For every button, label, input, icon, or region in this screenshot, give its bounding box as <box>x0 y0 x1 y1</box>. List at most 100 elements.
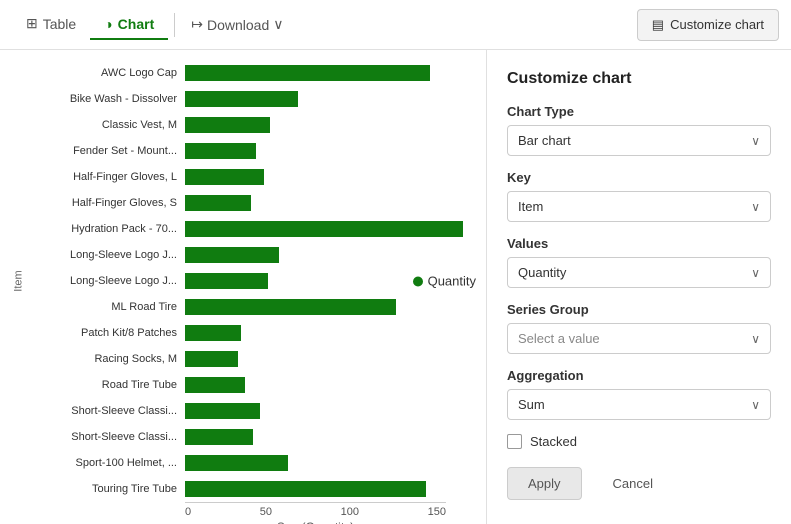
values-chevron-icon: ∨ <box>751 266 760 280</box>
bar-label: ML Road Tire <box>30 301 185 313</box>
bar-label: AWC Logo Cap <box>30 67 185 79</box>
aggregation-value: Sum <box>518 397 545 412</box>
toolbar-left: ⊞ Table ◑ Chart ↦ Download ∨ <box>12 9 293 40</box>
bar-container <box>185 169 486 185</box>
key-select[interactable]: Item ∨ <box>507 191 771 222</box>
toolbar: ⊞ Table ◑ Chart ↦ Download ∨ ▤ Customize… <box>0 0 791 50</box>
bar <box>185 455 288 471</box>
bar-label: Racing Socks, M <box>30 353 185 365</box>
series-group-chevron-icon: ∨ <box>751 332 760 346</box>
values-value: Quantity <box>518 265 566 280</box>
values-select[interactable]: Quantity ∨ <box>507 257 771 288</box>
bar-label: Short-Sleeve Classi... <box>30 431 185 443</box>
bar-container <box>185 117 486 133</box>
bar-row: Racing Socks, M <box>30 347 486 371</box>
chart-wrapper: Item AWC Logo CapBike Wash - DissolverCl… <box>0 60 486 502</box>
table-tab-label: Table <box>43 16 76 32</box>
bar-row: Sport-100 Helmet, ... <box>30 451 486 475</box>
bar-row: Road Tire Tube <box>30 373 486 397</box>
bar <box>185 195 251 211</box>
x-axis-tick: 0 <box>185 506 191 518</box>
bar <box>185 143 256 159</box>
values-group: Values Quantity ∨ <box>507 236 771 288</box>
bar-label: Long-Sleeve Logo J... <box>30 249 185 261</box>
download-icon: ↦ <box>191 16 203 33</box>
bar-label: Bike Wash - Dissolver <box>30 93 185 105</box>
values-label: Values <box>507 236 771 251</box>
bar <box>185 247 279 263</box>
download-chevron-icon: ∨ <box>273 16 283 33</box>
bar-container <box>185 325 486 341</box>
bar-label: Half-Finger Gloves, S <box>30 197 185 209</box>
bar-label: Classic Vest, M <box>30 119 185 131</box>
bar <box>185 429 253 445</box>
download-button[interactable]: ↦ Download ∨ <box>181 10 293 39</box>
series-group-select[interactable]: Select a value ∨ <box>507 323 771 354</box>
bar-row: Touring Tire Tube <box>30 477 486 501</box>
legend-label: Quantity <box>428 274 476 289</box>
bar <box>185 91 298 107</box>
bar-container <box>185 195 486 211</box>
aggregation-select[interactable]: Sum ∨ <box>507 389 771 420</box>
bar-label: Patch Kit/8 Patches <box>30 327 185 339</box>
bar-container <box>185 247 486 263</box>
bar <box>185 221 463 237</box>
bar-row: Long-Sleeve Logo J... <box>30 243 486 267</box>
x-axis-tick: 50 <box>260 506 272 518</box>
stacked-checkbox[interactable] <box>507 434 522 449</box>
toolbar-divider <box>174 13 175 37</box>
key-group: Key Item ∨ <box>507 170 771 222</box>
bar <box>185 299 396 315</box>
chart-type-group: Chart Type Bar chart ∨ <box>507 104 771 156</box>
bar-row: Short-Sleeve Classi... <box>30 425 486 449</box>
cancel-button[interactable]: Cancel <box>592 467 674 500</box>
table-icon: ⊞ <box>26 15 38 32</box>
bar-label: Sport-100 Helmet, ... <box>30 457 185 469</box>
bar <box>185 273 268 289</box>
bar-container <box>185 429 486 445</box>
bar-row: Short-Sleeve Classi... <box>30 399 486 423</box>
bar-row: Half-Finger Gloves, S <box>30 191 486 215</box>
bar-row: Patch Kit/8 Patches <box>30 321 486 345</box>
legend-dot <box>413 276 423 286</box>
main-content: Item AWC Logo Cap Bike Wash - Dissolver Cl… <box>0 50 791 524</box>
bar-container <box>185 377 486 393</box>
bar <box>185 65 430 81</box>
x-axis: 0 50 100 150 Sum(Quantity) <box>0 502 486 524</box>
bar-container <box>185 403 486 419</box>
bar-container <box>185 221 486 237</box>
customize-panel: Customize chart Chart Type Bar chart ∨ K… <box>486 50 791 524</box>
chart-type-select[interactable]: Bar chart ∨ <box>507 125 771 156</box>
bar-label: Fender Set - Mount... <box>30 145 185 157</box>
apply-button[interactable]: Apply <box>507 467 582 500</box>
x-axis-title: Sum(Quantity) <box>185 520 446 524</box>
panel-title: Customize chart <box>507 70 771 88</box>
bar-container <box>185 65 486 81</box>
action-row: Apply Cancel <box>507 467 771 500</box>
series-group-label: Series Group <box>507 302 771 317</box>
x-axis-tick: 100 <box>341 506 359 518</box>
key-label: Key <box>507 170 771 185</box>
download-label: Download <box>207 17 269 33</box>
tab-chart[interactable]: ◑ Chart <box>90 10 168 40</box>
bar-container <box>185 481 486 497</box>
bar-container <box>185 143 486 159</box>
customize-icon: ▤ <box>652 17 664 33</box>
bar-container <box>185 455 486 471</box>
key-value: Item <box>518 199 543 214</box>
bar <box>185 117 270 133</box>
series-group-value: Select a value <box>518 331 600 346</box>
chart-type-chevron-icon: ∨ <box>751 134 760 148</box>
tab-table[interactable]: ⊞ Table <box>12 9 90 40</box>
bar-label: Half-Finger Gloves, L <box>30 171 185 183</box>
x-axis-ticks: 0 50 100 150 <box>185 502 446 518</box>
x-axis-tick: 150 <box>428 506 446 518</box>
bar <box>185 325 241 341</box>
bar <box>185 403 260 419</box>
stacked-label: Stacked <box>530 434 577 449</box>
customize-chart-button[interactable]: ▤ Customize chart <box>637 9 779 41</box>
bar-label: Short-Sleeve Classi... <box>30 405 185 417</box>
bar-label: Hydration Pack - 70... <box>30 223 185 235</box>
bar-row: ML Road Tire <box>30 295 486 319</box>
key-chevron-icon: ∨ <box>751 200 760 214</box>
